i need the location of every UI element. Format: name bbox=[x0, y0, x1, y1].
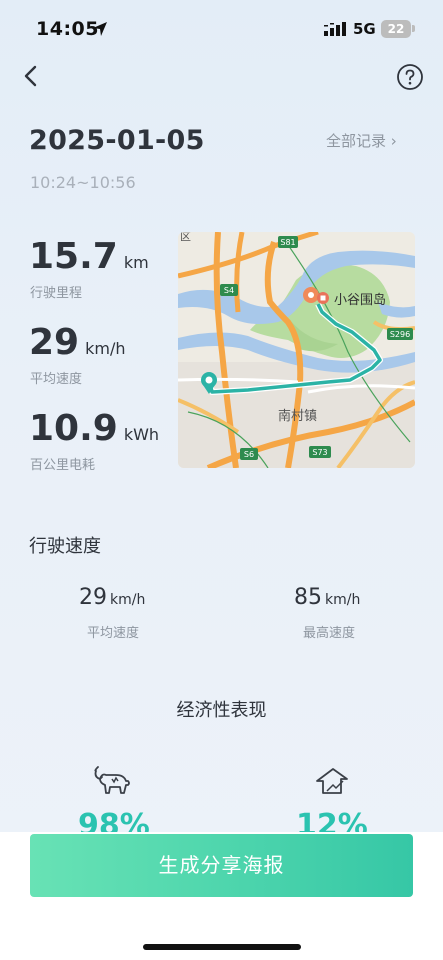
avg-speed-stat-unit: km/h bbox=[110, 592, 146, 608]
avg-speed-stat-value: 29 bbox=[79, 585, 107, 610]
battery-icon: 22 bbox=[381, 20, 411, 38]
distance-label: 行驶里程 bbox=[30, 286, 83, 301]
back-button[interactable] bbox=[18, 62, 46, 90]
map-label-district: 区 bbox=[180, 232, 191, 243]
max-speed-stat: 85 km/h bbox=[294, 585, 360, 610]
avg-speed-number: 29 bbox=[29, 322, 80, 363]
house-up-icon bbox=[316, 768, 348, 794]
route-map-svg: S81 S4 S296 S6 S73 区 小谷围岛 南村镇 bbox=[178, 232, 415, 468]
generate-share-poster-button[interactable]: 生成分享海报 bbox=[30, 834, 413, 897]
battery-tip bbox=[412, 25, 415, 32]
trip-time-range: 10:24~10:56 bbox=[30, 173, 136, 192]
shield-s296: S296 bbox=[390, 330, 410, 339]
energy-value: 10.9 kWh bbox=[29, 408, 159, 449]
signal-icon bbox=[324, 22, 346, 36]
distance-unit: km bbox=[123, 253, 149, 272]
avg-speed-value: 29 km/h bbox=[29, 322, 126, 363]
avg-speed-label: 平均速度 bbox=[30, 372, 83, 387]
driving-speed-title: 行驶速度 bbox=[29, 536, 101, 557]
trip-date: 2025-01-05 bbox=[29, 125, 205, 156]
max-speed-stat-label: 最高速度 bbox=[303, 626, 356, 641]
route-map[interactable]: S81 S4 S296 S6 S73 区 小谷围岛 南村镇 bbox=[178, 232, 415, 468]
avg-speed-stat: 29 km/h bbox=[79, 585, 145, 610]
avg-speed-unit: km/h bbox=[85, 339, 126, 358]
map-label-island: 小谷围岛 bbox=[334, 292, 386, 308]
map-label-town: 南村镇 bbox=[278, 408, 317, 424]
all-records-link[interactable]: 全部记录 › bbox=[326, 130, 397, 151]
shield-s81: S81 bbox=[280, 238, 295, 247]
energy-number: 10.9 bbox=[29, 408, 118, 449]
max-speed-stat-value: 85 bbox=[294, 585, 322, 610]
shield-s6: S6 bbox=[244, 450, 254, 459]
avg-speed-stat-label: 平均速度 bbox=[87, 626, 140, 641]
max-speed-stat-unit: km/h bbox=[325, 592, 361, 608]
status-time: 14:05 bbox=[36, 18, 99, 40]
bull-icon bbox=[94, 766, 130, 794]
help-button[interactable] bbox=[396, 63, 424, 91]
shield-s4: S4 bbox=[224, 286, 234, 295]
energy-unit: kWh bbox=[123, 425, 160, 444]
distance-number: 15.7 bbox=[29, 236, 118, 277]
location-arrow-icon bbox=[93, 22, 107, 36]
energy-label: 百公里电耗 bbox=[30, 458, 96, 473]
network-type: 5G bbox=[353, 20, 376, 38]
home-indicator bbox=[143, 944, 301, 950]
status-bar: 14:05 5G 22 bbox=[0, 0, 443, 56]
distance-value: 15.7 km bbox=[29, 236, 149, 277]
shield-s73: S73 bbox=[312, 448, 327, 457]
economy-title: 经济性表现 bbox=[176, 700, 267, 721]
